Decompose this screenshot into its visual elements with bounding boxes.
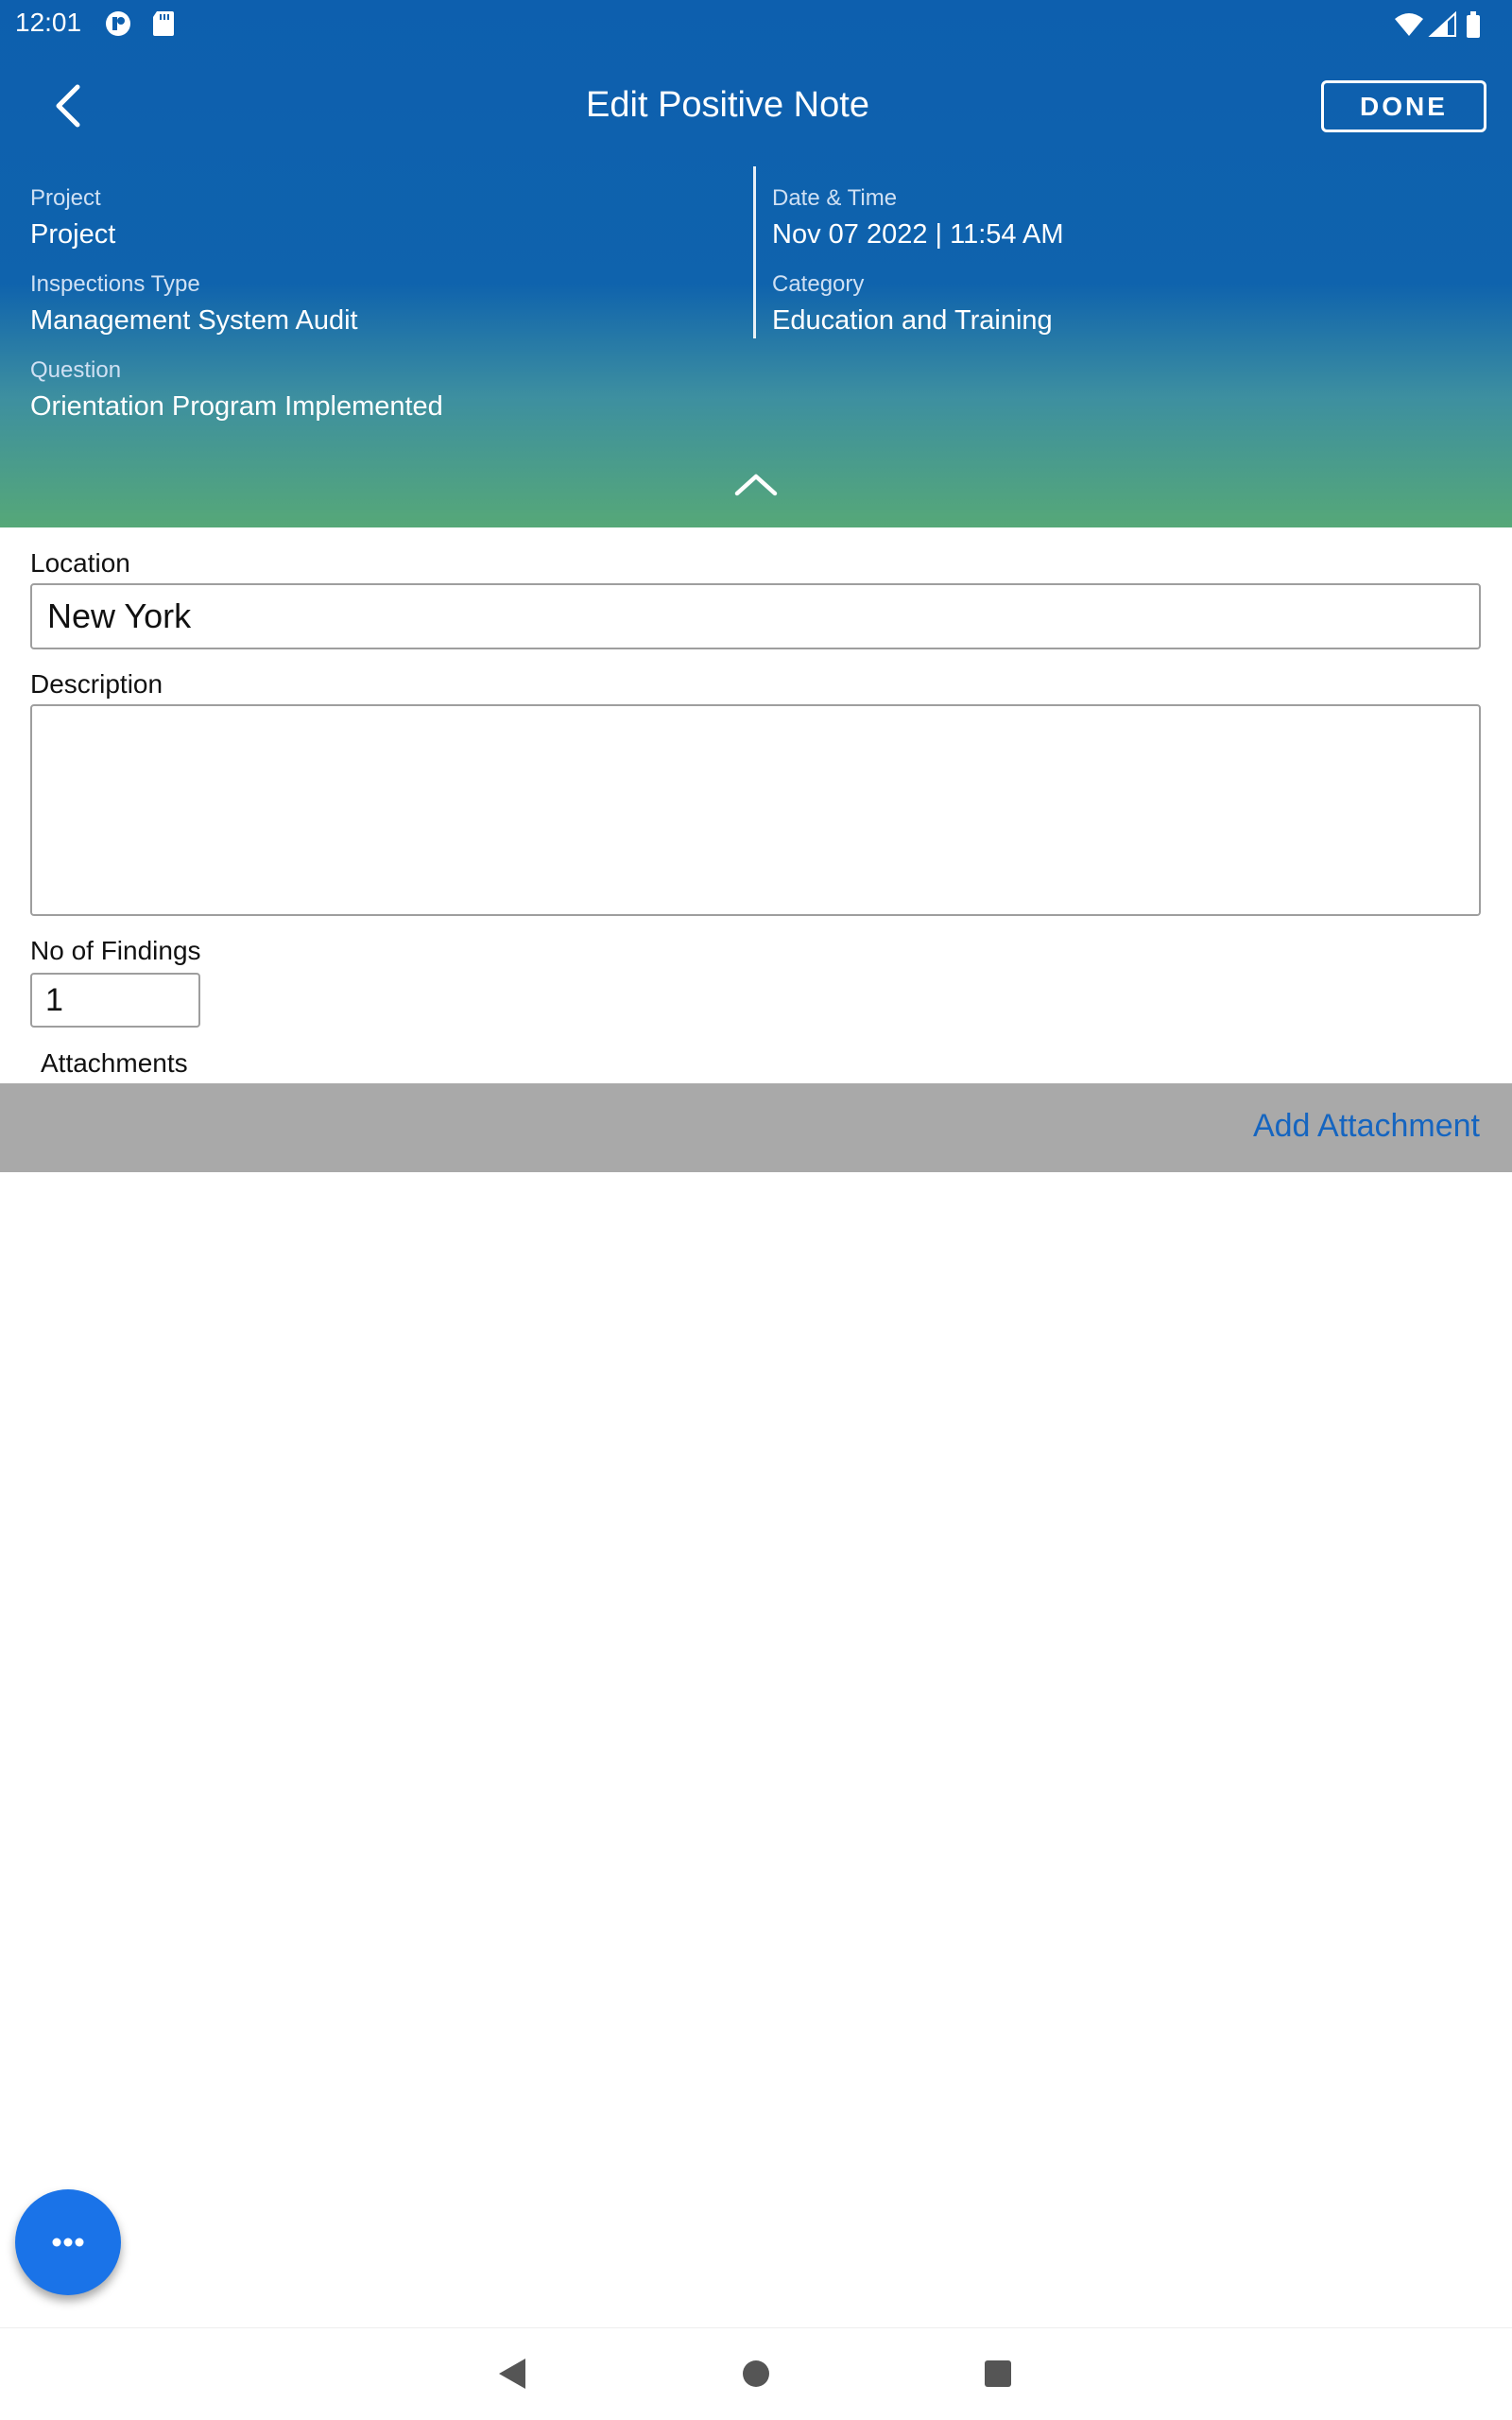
status-time: 12:01: [15, 8, 82, 37]
attachments-bar: Add Attachment: [0, 1083, 1512, 1172]
category-label: Category: [772, 271, 865, 297]
done-button[interactable]: DONE: [1321, 80, 1486, 132]
system-navigation-bar: [0, 2327, 1512, 2420]
status-bar: 12:01: [0, 0, 1512, 49]
nav-home-icon[interactable]: [737, 2355, 775, 2393]
signal-icon: [1428, 10, 1456, 37]
description-label: Description: [30, 669, 163, 699]
datetime-label: Date & Time: [772, 185, 898, 211]
collapse-chevron-up-icon[interactable]: [728, 465, 784, 503]
project-label: Project: [30, 185, 101, 211]
location-label: Location: [30, 548, 130, 578]
attachments-label: Attachments: [41, 1048, 188, 1078]
more-options-fab[interactable]: [15, 2189, 121, 2295]
add-attachment-link[interactable]: Add Attachment: [1253, 1108, 1480, 1145]
inspection-type-label: Inspections Type: [30, 271, 200, 297]
sd-card-icon: [153, 11, 174, 36]
battery-icon: [1467, 11, 1480, 38]
datetime-value: Nov 07 2022 | 11:54 AM: [772, 219, 1064, 250]
project-value: Project: [30, 219, 116, 250]
wifi-icon: [1395, 13, 1423, 36]
findings-input[interactable]: [30, 973, 200, 1028]
question-value: Orientation Program Implemented: [30, 391, 443, 422]
more-horizontal-icon: [52, 2238, 84, 2247]
question-label: Question: [30, 357, 122, 383]
location-input[interactable]: [30, 583, 1481, 649]
description-textarea[interactable]: [30, 704, 1481, 916]
system-status-icons: [1395, 10, 1480, 38]
app-notification-icon: [106, 11, 130, 36]
inspection-type-value: Management System Audit: [30, 305, 358, 336]
nav-back-icon[interactable]: [493, 2355, 531, 2393]
header: 12:01 Edit Positive Note DONE Project Pr…: [0, 0, 1512, 527]
nav-recents-icon[interactable]: [979, 2355, 1017, 2393]
page-title: Edit Positive Note: [586, 85, 869, 125]
info-divider: [753, 166, 756, 338]
category-value: Education and Training: [772, 305, 1053, 336]
findings-label: No of Findings: [30, 936, 201, 965]
